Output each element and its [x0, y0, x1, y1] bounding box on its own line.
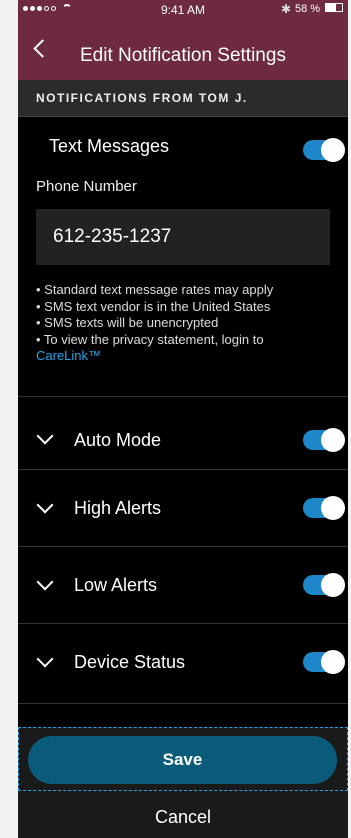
row-device-status[interactable]: Device Status: [18, 623, 348, 700]
nav-bar: Edit Notification Settings: [18, 18, 348, 80]
save-button[interactable]: Save: [28, 736, 337, 784]
row-label: Auto Mode: [74, 430, 162, 450]
note-line: • SMS text vendor is in the United State…: [36, 298, 271, 314]
save-button-focus: Save: [18, 727, 348, 791]
note-line: • SMS texts will be unencrypted: [36, 315, 219, 330]
section-header: NOTIFICATIONS FROM TOM J.: [18, 80, 348, 117]
note-line: • Standard text message rates may apply: [36, 282, 274, 297]
divider: [18, 703, 348, 704]
page-title: Edit Notification Settings: [80, 45, 286, 66]
auto-mode-toggle[interactable]: [303, 428, 345, 452]
high-alerts-toggle[interactable]: [303, 496, 345, 520]
divider: [18, 396, 348, 397]
battery-icon: [325, 3, 343, 12]
row-auto-mode[interactable]: Auto Mode: [18, 400, 348, 477]
chevron-down-icon: [36, 427, 54, 445]
phone-number-field[interactable]: [36, 209, 330, 265]
app-screen: 9:41 AM ✱ 58 % Edit Notification Setting…: [18, 0, 348, 838]
bluetooth-icon: ✱: [281, 2, 292, 16]
note-line: • To view the privacy statement, login t…: [36, 331, 264, 347]
chevron-down-icon: [36, 650, 54, 668]
status-bar: 9:41 AM ✱ 58 %: [18, 0, 348, 18]
phone-number-input[interactable]: [36, 209, 330, 265]
chevron-left-icon[interactable]: [33, 39, 52, 58]
row-low-alerts[interactable]: Low Alerts: [18, 546, 348, 623]
device-status-toggle[interactable]: [303, 650, 345, 674]
battery-percent: 58 %: [295, 3, 321, 15]
row-label: Device Status: [74, 652, 186, 672]
chevron-down-icon: [36, 573, 54, 591]
phone-number-label: Phone Number: [36, 178, 137, 195]
cancel-button[interactable]: Cancel: [18, 799, 348, 835]
sms-notes: • Standard text message rates may apply …: [36, 282, 348, 365]
row-label: High Alerts: [74, 498, 162, 518]
chevron-down-icon: [36, 496, 54, 514]
row-label: Low Alerts: [74, 575, 158, 595]
low-alerts-toggle[interactable]: [303, 573, 345, 597]
row-high-alerts[interactable]: High Alerts: [18, 469, 348, 546]
text-messages-label: Text Messages: [49, 136, 170, 156]
section-header-label: NOTIFICATIONS FROM TOM J.: [36, 91, 248, 105]
carelink-link[interactable]: CareLink™: [36, 348, 348, 365]
footer: Save Cancel: [18, 727, 348, 838]
text-messages-toggle[interactable]: [303, 138, 345, 162]
